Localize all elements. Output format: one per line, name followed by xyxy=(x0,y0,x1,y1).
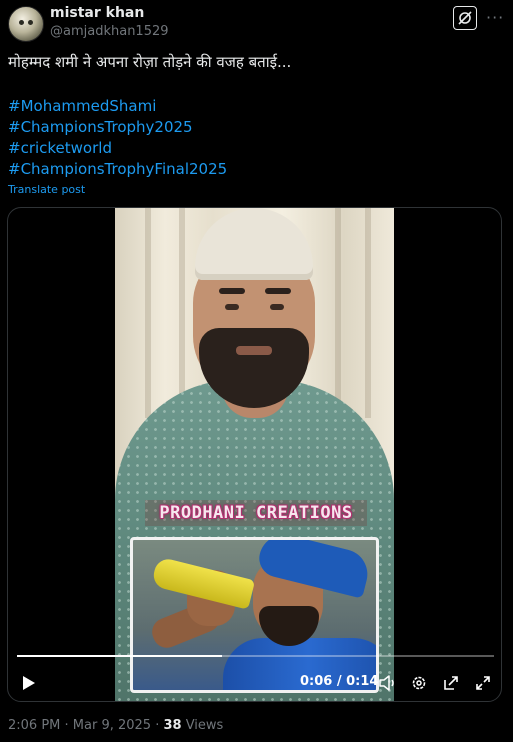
translate-post-link[interactable]: Translate post xyxy=(8,183,85,196)
more-icon[interactable]: ··· xyxy=(486,8,504,27)
video-person-eye xyxy=(225,304,239,310)
curtain-fold xyxy=(179,208,185,418)
post-text: मोहम्मद शमी ने अपना रोज़ा तोड़ने की वजह … xyxy=(8,53,292,71)
popout-icon[interactable] xyxy=(442,674,460,692)
grok-glyph xyxy=(458,11,472,25)
hashtag-link[interactable]: #ChampionsTrophyFinal2025 xyxy=(8,160,227,178)
settings-icon[interactable] xyxy=(410,674,428,692)
avatar-eye xyxy=(19,20,24,25)
hashtag-link[interactable]: #cricketworld xyxy=(8,139,112,157)
grok-icon[interactable] xyxy=(453,6,477,30)
curtain-fold xyxy=(145,208,151,418)
progress-fill[interactable] xyxy=(17,655,222,657)
video-person-eye xyxy=(270,304,284,310)
meta-separator: · xyxy=(151,718,164,733)
video-time-display: 0:06 / 0:14 xyxy=(300,674,379,689)
curtain-fold xyxy=(365,208,371,418)
video-watermark: PRODHANI CREATIONS xyxy=(145,500,367,526)
video-person-brow xyxy=(265,288,291,294)
avatar[interactable] xyxy=(8,6,44,42)
post-timestamp[interactable]: 2:06 PM · Mar 9, 2025 xyxy=(8,718,151,733)
avatar-eye xyxy=(28,20,33,25)
video-person-mouth xyxy=(236,346,272,355)
curtain-fold xyxy=(335,208,341,418)
fullscreen-icon[interactable] xyxy=(474,674,492,692)
views-count: 38 xyxy=(163,718,182,733)
post-meta: 2:06 PM · Mar 9, 2025 · 38 Views xyxy=(8,718,223,733)
author-handle[interactable]: @amjadkhan1529 xyxy=(50,24,169,39)
video-person-cap xyxy=(195,208,313,280)
video-inset-clip xyxy=(130,537,379,693)
hashtag-link[interactable]: #ChampionsTrophy2025 xyxy=(8,118,193,136)
video-person-brow xyxy=(219,288,245,294)
author-name[interactable]: mistar khan xyxy=(50,5,144,21)
hashtag-link[interactable]: #MohammedShami xyxy=(8,97,156,115)
views-label: Views xyxy=(181,718,224,733)
play-icon[interactable] xyxy=(20,674,38,692)
volume-icon[interactable] xyxy=(378,674,398,692)
video-player[interactable]: PRODHANI CREATIONS 0:06 / 0:14 xyxy=(7,207,502,702)
